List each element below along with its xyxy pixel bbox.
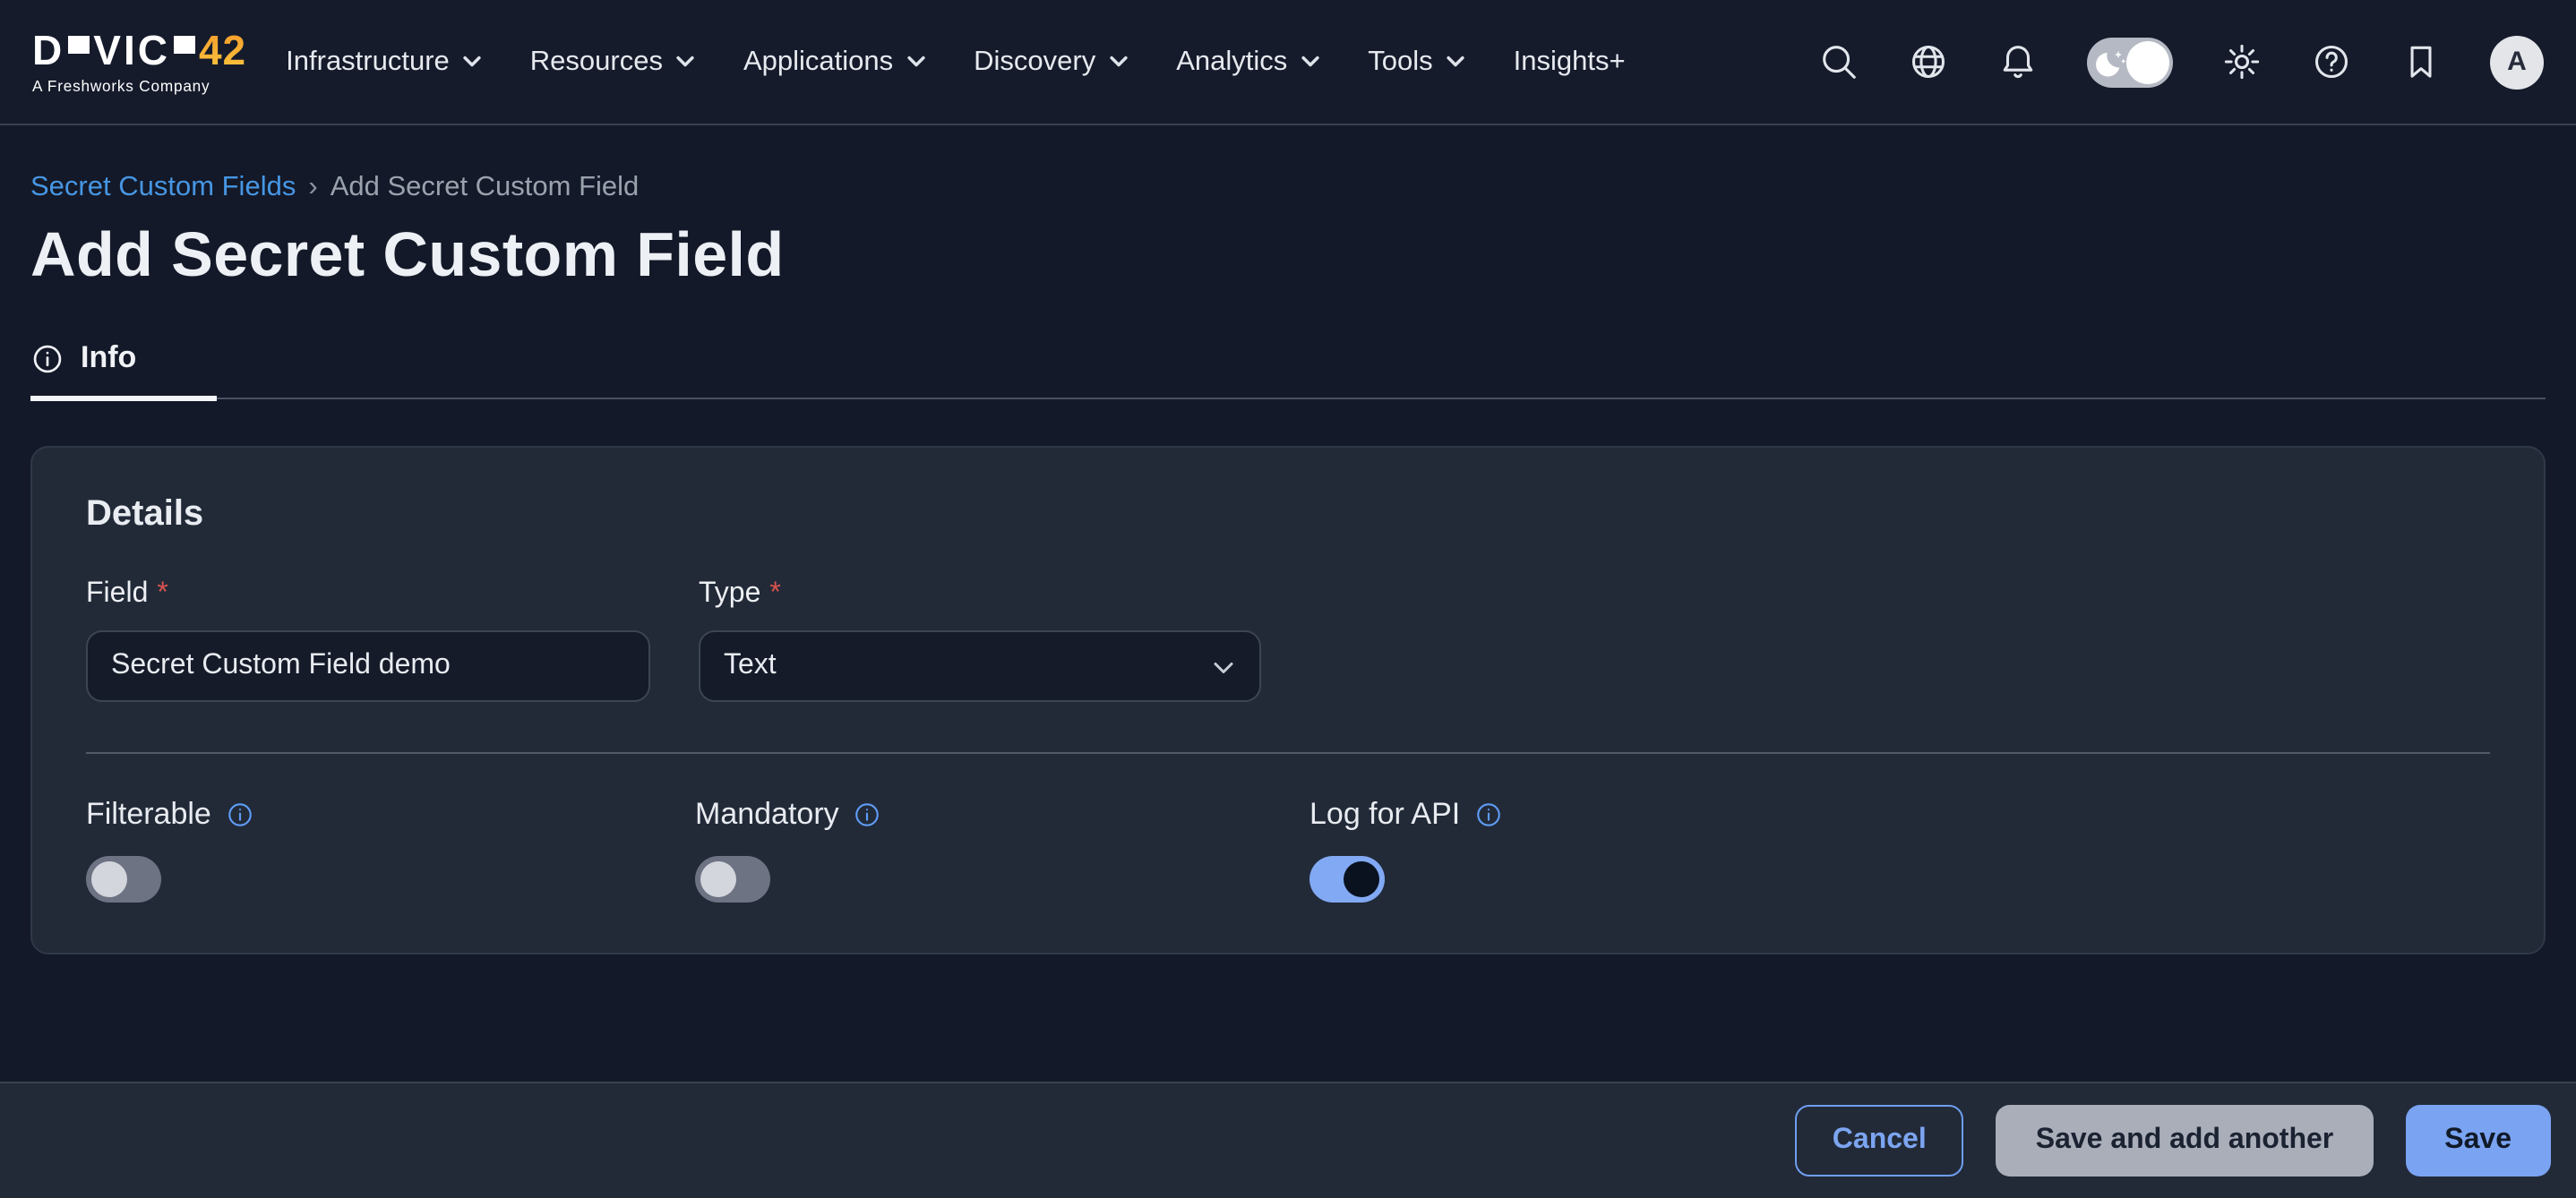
user-avatar[interactable]: A	[2490, 35, 2544, 89]
action-footer: Cancel Save and add another Save	[0, 1082, 2576, 1198]
chevron-down-icon	[1207, 652, 1240, 684]
info-icon[interactable]	[1474, 800, 1503, 829]
breadcrumb-parent-link[interactable]: Secret Custom Fields	[30, 172, 296, 204]
toggle-knob	[1344, 861, 1379, 897]
menu-label: Infrastructure	[286, 46, 450, 78]
toggle-row: Filterable Mandatory	[86, 797, 2490, 903]
label-text: Field	[86, 578, 148, 611]
search-icon[interactable]	[1818, 41, 1859, 82]
menu-label: Applications	[743, 46, 893, 78]
mandatory-toggle[interactable]	[695, 856, 770, 903]
filterable-label: Filterable	[86, 797, 695, 833]
logo-letter: C	[138, 30, 170, 71]
log-for-api-label: Log for API	[1309, 797, 2490, 833]
field-group-type: Type * Text	[699, 578, 1261, 702]
mandatory-label: Mandatory	[695, 797, 1309, 833]
main-menu: Infrastructure Resources Applications Di…	[286, 46, 1625, 78]
breadcrumb: Secret Custom Fields › Add Secret Custom…	[30, 125, 2546, 204]
menu-applications[interactable]: Applications	[743, 46, 925, 78]
moon-icon	[2094, 44, 2130, 80]
label-text: Filterable	[86, 797, 211, 833]
save-and-add-another-button[interactable]: Save and add another	[1996, 1105, 2374, 1177]
save-button[interactable]: Save	[2405, 1105, 2551, 1177]
label-text: Log for API	[1309, 797, 1460, 833]
bookmark-icon[interactable]	[2400, 41, 2442, 82]
label-text: Type	[699, 578, 760, 611]
app-root: DVIC 42 A Freshworks Company Infrastructu…	[0, 0, 2576, 1198]
menu-label: Insights+	[1514, 46, 1626, 78]
menu-label: Tools	[1368, 46, 1432, 78]
chevron-down-icon	[1300, 56, 1319, 68]
theme-toggle[interactable]	[2087, 37, 2173, 87]
main-content: Secret Custom Fields › Add Secret Custom…	[0, 125, 2576, 954]
info-icon[interactable]	[854, 800, 882, 829]
menu-label: Discovery	[974, 46, 1095, 78]
menu-infrastructure[interactable]: Infrastructure	[286, 46, 482, 78]
navbar-actions: A	[1818, 35, 2544, 89]
breadcrumb-current: Add Secret Custom Field	[331, 172, 640, 204]
chevron-down-icon	[1108, 56, 1128, 68]
details-card: Details Field * Type * Text	[30, 446, 2546, 954]
card-divider	[86, 752, 2490, 754]
info-icon[interactable]	[226, 800, 254, 829]
menu-resources[interactable]: Resources	[530, 46, 695, 78]
logo-wordmark: DVIC 42	[32, 30, 246, 71]
toggle-knob	[91, 861, 127, 897]
required-marker: *	[157, 578, 167, 611]
menu-insights[interactable]: Insights+	[1514, 46, 1626, 78]
menu-label: Resources	[530, 46, 663, 78]
tab-info[interactable]: Info	[30, 340, 217, 401]
settings-gear-icon[interactable]	[2221, 41, 2263, 82]
logo-letter: I	[124, 30, 138, 71]
menu-discovery[interactable]: Discovery	[974, 46, 1128, 78]
cancel-button[interactable]: Cancel	[1795, 1105, 1964, 1177]
chevron-down-icon	[1446, 56, 1465, 68]
field-name-input[interactable]	[86, 630, 650, 702]
page-title: Add Secret Custom Field	[30, 220, 2546, 292]
chevron-down-icon	[675, 56, 695, 68]
type-select-value: Text	[724, 650, 777, 682]
logo-letter: V	[93, 30, 124, 71]
toggle-knob	[2126, 40, 2169, 83]
toggle-knob	[700, 861, 736, 897]
tab-bar: Info	[30, 340, 2546, 399]
menu-label: Analytics	[1176, 46, 1287, 78]
required-marker: *	[769, 578, 780, 611]
toggle-group-log-for-api: Log for API	[1309, 797, 2490, 903]
menu-tools[interactable]: Tools	[1368, 46, 1464, 78]
menu-analytics[interactable]: Analytics	[1176, 46, 1319, 78]
type-select[interactable]: Text	[699, 630, 1261, 702]
toggle-group-filterable: Filterable	[86, 797, 695, 903]
avatar-initial: A	[2507, 47, 2527, 77]
filterable-toggle[interactable]	[86, 856, 161, 903]
label-text: Mandatory	[695, 797, 839, 833]
device42-logo[interactable]: DVIC 42 A Freshworks Company	[32, 30, 246, 94]
breadcrumb-separator: ›	[308, 172, 317, 204]
logo-letter-e	[174, 36, 195, 64]
logo-letter-e	[68, 36, 90, 64]
top-navbar: DVIC 42 A Freshworks Company Infrastructu…	[0, 0, 2576, 125]
logo-tagline: A Freshworks Company	[32, 76, 246, 94]
info-icon	[30, 341, 64, 375]
form-fields-row: Field * Type * Text	[86, 578, 2490, 702]
tab-label: Info	[81, 340, 136, 376]
section-title: Details	[86, 494, 2490, 535]
field-group-name: Field *	[86, 578, 650, 702]
logo-number: 42	[199, 30, 246, 71]
toggle-group-mandatory: Mandatory	[695, 797, 1309, 903]
log-for-api-toggle[interactable]	[1309, 856, 1385, 903]
help-icon[interactable]	[2311, 41, 2352, 82]
field-label: Field *	[86, 578, 650, 611]
logo-letter: D	[32, 30, 64, 71]
chevron-down-icon	[462, 56, 482, 68]
type-label: Type *	[699, 578, 1261, 611]
globe-icon[interactable]	[1908, 41, 1949, 82]
notifications-bell-icon[interactable]	[1997, 41, 2039, 82]
chevron-down-icon	[906, 56, 925, 68]
